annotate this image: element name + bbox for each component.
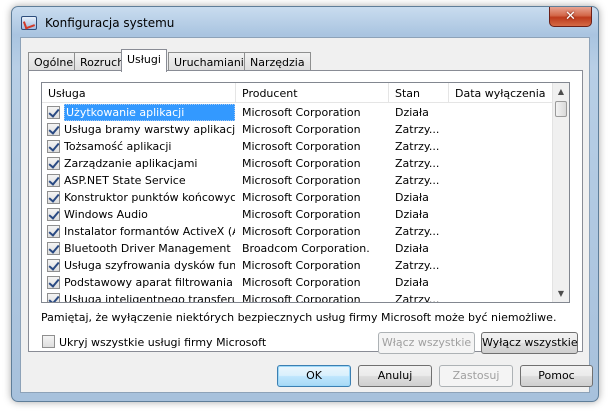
service-enabled-checkbox[interactable]: [47, 293, 60, 302]
table-row[interactable]: Windows Audio Microsoft Corporation Działa: [42, 206, 554, 223]
tab-general[interactable]: Ogólne: [28, 52, 80, 71]
service-status-cell: Zatrzy...: [395, 157, 440, 170]
service-name-cell: Windows Audio: [64, 208, 148, 221]
service-vendor-cell: Microsoft Corporation: [242, 259, 361, 272]
tab-services[interactable]: Usługi: [121, 49, 167, 72]
cancel-button[interactable]: Anuluj: [358, 365, 432, 387]
service-status-cell: Działa: [395, 276, 429, 289]
service-status-cell: Zatrzy...: [395, 225, 440, 238]
microsoft-services-notice: Pamiętaj, że wyłączenie niektórych bezpi…: [41, 311, 557, 324]
service-name-cell: Bluetooth Driver Management S...: [64, 242, 235, 255]
column-header-status[interactable]: Stan: [389, 83, 449, 103]
service-status-cell: Zatrzy...: [395, 174, 440, 187]
hide-microsoft-services-checkbox[interactable]: [42, 335, 55, 348]
service-name-cell: Użytkowanie aplikacji: [64, 104, 235, 121]
table-row[interactable]: Instalator formantów ActiveX (A... Micros…: [42, 223, 554, 240]
disable-all-button[interactable]: Wyłącz wszystkie: [481, 332, 578, 354]
service-enabled-checkbox[interactable]: [47, 276, 60, 289]
system-configuration-window: Konfiguracja systemu ✕ Ogólne Rozruch Us…: [11, 6, 599, 402]
table-row[interactable]: Usługa szyfrowania dysków fun... Microsof…: [42, 257, 554, 274]
services-list-header: Usługa Producent Stan Data wyłączenia: [42, 83, 554, 103]
service-enabled-checkbox[interactable]: [47, 174, 60, 187]
service-vendor-cell: Microsoft Corporation: [242, 106, 361, 119]
service-status-cell: Działa: [395, 106, 429, 119]
service-name-cell: Zarządzanie aplikacjami: [64, 157, 198, 170]
table-row[interactable]: Bluetooth Driver Management S... Broadcom…: [42, 240, 554, 257]
dialog-client-area: Ogólne Rozruch Usługi Uruchamianie Narzę…: [20, 37, 593, 393]
service-name-cell: Usługa inteligentnego transferu ...: [64, 293, 235, 303]
services-list[interactable]: Usługa Producent Stan Data wyłączenia Uż…: [41, 82, 570, 303]
service-vendor-cell: Microsoft Corporation: [242, 276, 361, 289]
service-vendor-cell: Microsoft Corporation: [242, 140, 361, 153]
service-enabled-checkbox[interactable]: [47, 123, 60, 136]
service-enabled-checkbox[interactable]: [47, 225, 60, 238]
table-row[interactable]: Usługa bramy warstwy aplikacji Microsoft …: [42, 121, 554, 138]
table-row[interactable]: Konstruktor punktów końcowych... Microsof…: [42, 189, 554, 206]
service-vendor-cell: Microsoft Corporation: [242, 174, 361, 187]
column-header-service[interactable]: Usługa: [42, 83, 236, 103]
service-enabled-checkbox[interactable]: [47, 157, 60, 170]
scroll-up-arrow-icon[interactable]: ▲: [553, 83, 569, 100]
scroll-thumb[interactable]: [555, 101, 567, 117]
service-vendor-cell: Microsoft Corporation: [242, 123, 361, 136]
service-enabled-checkbox[interactable]: [47, 242, 60, 255]
service-enabled-checkbox[interactable]: [47, 259, 60, 272]
table-row[interactable]: Zarządzanie aplikacjami Microsoft Corpora…: [42, 155, 554, 172]
service-name-cell: Podstawowy aparat filtrowania: [64, 276, 233, 289]
service-vendor-cell: Microsoft Corporation: [242, 157, 361, 170]
service-vendor-cell: Microsoft Corporation: [242, 191, 361, 204]
service-vendor-cell: Broadcom Corporation.: [242, 242, 370, 255]
service-enabled-checkbox[interactable]: [47, 106, 60, 119]
table-row[interactable]: Podstawowy aparat filtrowania Microsoft C…: [42, 274, 554, 291]
column-header-disabled-date[interactable]: Data wyłączenia: [449, 83, 554, 103]
enable-all-button[interactable]: Włącz wszystkie: [378, 332, 475, 354]
service-enabled-checkbox[interactable]: [47, 191, 60, 204]
service-enabled-checkbox[interactable]: [47, 140, 60, 153]
ok-button[interactable]: OK: [277, 365, 351, 387]
table-row[interactable]: Użytkowanie aplikacji Microsoft Corporati…: [42, 104, 554, 121]
column-header-vendor[interactable]: Producent: [236, 83, 389, 103]
service-enabled-checkbox[interactable]: [47, 208, 60, 221]
service-name-cell: Instalator formantów ActiveX (A...: [64, 225, 235, 238]
title-bar[interactable]: Konfiguracja systemu ✕: [12, 7, 598, 37]
service-status-cell: Działa: [395, 191, 429, 204]
services-vertical-scrollbar[interactable]: ▲ ▼: [552, 83, 569, 302]
service-name-cell: Usługa szyfrowania dysków fun...: [64, 259, 235, 272]
service-name-cell: Usługa bramy warstwy aplikacji: [64, 123, 235, 136]
service-name-cell: ASP.NET State Service: [64, 174, 186, 187]
service-vendor-cell: Microsoft Corporation: [242, 293, 361, 303]
service-status-cell: Zatrzy...: [395, 123, 440, 136]
tab-tools[interactable]: Narzędzia: [244, 52, 311, 71]
table-row[interactable]: ASP.NET State Service Microsoft Corporati…: [42, 172, 554, 189]
service-status-cell: Zatrzy...: [395, 259, 440, 272]
service-status-cell: Zatrzy...: [395, 293, 440, 303]
scroll-down-arrow-icon[interactable]: ▼: [553, 285, 569, 302]
service-status-cell: Zatrzy...: [395, 140, 440, 153]
msconfig-app-icon: [21, 16, 37, 30]
service-status-cell: Działa: [395, 208, 429, 221]
window-title: Konfiguracja systemu: [45, 16, 175, 30]
service-name-cell: Tożsamość aplikacji: [64, 140, 172, 153]
service-vendor-cell: Microsoft Corporation: [242, 225, 361, 238]
table-row[interactable]: Usługa inteligentnego transferu ... Micro…: [42, 291, 554, 303]
table-row[interactable]: Tożsamość aplikacji Microsoft Corporation…: [42, 138, 554, 155]
service-status-cell: Działa: [395, 242, 429, 255]
service-name-cell: Konstruktor punktów końcowych...: [64, 191, 235, 204]
service-vendor-cell: Microsoft Corporation: [242, 208, 361, 221]
close-button[interactable]: ✕: [549, 7, 592, 27]
hide-microsoft-services-label[interactable]: Ukryj wszystkie usługi firmy Microsoft: [59, 336, 266, 349]
help-button[interactable]: Pomoc: [520, 365, 593, 387]
apply-button[interactable]: Zastosuj: [439, 365, 513, 387]
